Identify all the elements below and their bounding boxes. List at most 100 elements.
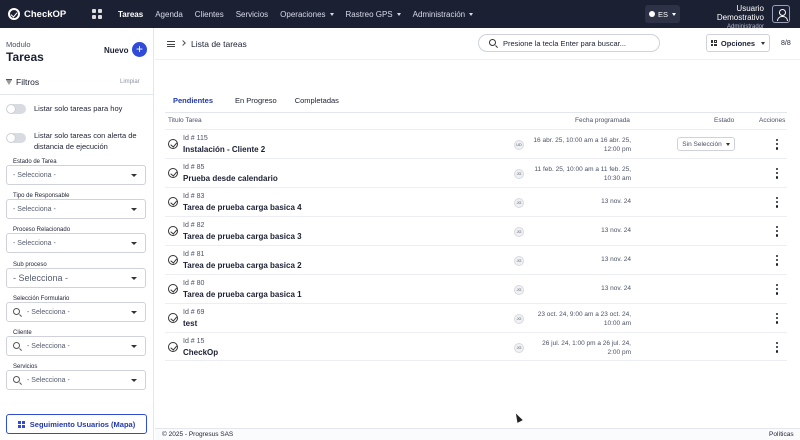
status-tabs: Pendientes En Progreso Completadas bbox=[169, 96, 357, 113]
task-name[interactable]: Tarea de prueba carga basica 3 bbox=[183, 232, 302, 241]
field-value: - Selecciona - bbox=[13, 240, 56, 247]
nav-item-clientes[interactable]: Clientes bbox=[189, 0, 230, 28]
task-name[interactable]: Instalación - Cliente 2 bbox=[183, 145, 265, 154]
field-label: Tipo de Responsable bbox=[12, 193, 71, 199]
chevron-down-icon bbox=[329, 12, 334, 16]
nav-item-administracion[interactable]: Administración bbox=[407, 0, 479, 28]
globe-icon bbox=[648, 11, 655, 17]
chevron-right-icon bbox=[180, 40, 186, 46]
toggle-label: Listar solo tareas para hoy bbox=[34, 104, 123, 113]
task-name[interactable]: CheckOp bbox=[183, 348, 218, 357]
user-name: Usuario Demostrativo bbox=[716, 4, 764, 22]
task-name[interactable]: Tarea de prueba carga basica 2 bbox=[183, 261, 302, 270]
more-actions-icon[interactable] bbox=[776, 197, 779, 208]
more-actions-icon[interactable] bbox=[776, 139, 779, 150]
user-info[interactable]: Usuario Demostrativo Administrador bbox=[690, 4, 764, 30]
tab-pendientes[interactable]: Pendientes bbox=[169, 96, 218, 113]
services-select[interactable]: Servicios - Selecciona - bbox=[6, 364, 146, 390]
chevron-down-icon bbox=[761, 41, 766, 45]
search-box[interactable] bbox=[478, 34, 660, 52]
field-value: - Selecciona - bbox=[27, 377, 70, 384]
client-select[interactable]: Cliente - Selecciona - bbox=[6, 330, 146, 356]
app-logo[interactable]: CheckOP bbox=[8, 8, 78, 20]
today-only-toggle[interactable] bbox=[6, 104, 26, 114]
task-state-select[interactable]: Estado de Tarea - Selecciona - bbox=[6, 159, 146, 185]
check-circle-icon[interactable] bbox=[168, 342, 178, 352]
table-row[interactable]: Id # 81 Tarea de prueba carga basica 2 J… bbox=[165, 245, 787, 274]
task-name[interactable]: Tarea de prueba carga basica 1 bbox=[183, 290, 302, 299]
column-header-state: Estado bbox=[714, 117, 735, 124]
table-row[interactable]: Id # 115 Instalación - Cliente 2 UD 16 a… bbox=[165, 129, 787, 158]
table-row[interactable]: Id # 15 CheckOp JG 26 jul. 24, 1:00 pm a… bbox=[165, 332, 787, 361]
responsible-avatar: JG bbox=[514, 198, 524, 208]
nav-item-rastreo-gps[interactable]: Rastreo GPS bbox=[340, 0, 407, 28]
more-actions-icon[interactable] bbox=[776, 313, 779, 324]
sub-process-select[interactable]: Sub proceso - Selecciona - bbox=[6, 262, 146, 288]
more-actions-icon[interactable] bbox=[776, 168, 779, 179]
check-circle-icon[interactable] bbox=[168, 197, 178, 207]
nav-item-operaciones[interactable]: Operaciones bbox=[274, 0, 339, 28]
module-title: Tareas bbox=[6, 50, 44, 64]
new-task-button[interactable]: + bbox=[132, 42, 147, 57]
check-circle-icon[interactable] bbox=[168, 313, 178, 323]
language-selector[interactable]: ES bbox=[645, 5, 680, 23]
today-only-toggle-row: Listar solo tareas para hoy bbox=[6, 103, 146, 114]
field-label: Selección Formulario bbox=[12, 296, 71, 302]
table-row[interactable]: Id # 80 Tarea de prueba carga basica 1 J… bbox=[165, 274, 787, 303]
more-actions-icon[interactable] bbox=[776, 226, 779, 237]
task-id: Id # 81 bbox=[183, 251, 205, 258]
task-name[interactable]: test bbox=[183, 319, 197, 328]
apps-grid-icon[interactable] bbox=[92, 9, 102, 19]
menu-icon[interactable] bbox=[167, 41, 175, 47]
nav-item-agenda[interactable]: Agenda bbox=[149, 0, 189, 28]
responsible-avatar: JG bbox=[514, 227, 524, 237]
divider bbox=[0, 94, 154, 95]
task-id: Id # 83 bbox=[183, 193, 205, 200]
nav-item-label: Operaciones bbox=[280, 9, 326, 19]
task-id: Id # 82 bbox=[183, 222, 205, 229]
user-avatar-icon[interactable] bbox=[772, 5, 790, 23]
distance-alert-toggle[interactable] bbox=[6, 133, 26, 143]
nav-item-servicios[interactable]: Servicios bbox=[230, 0, 274, 28]
responsible-avatar: JG bbox=[514, 343, 524, 353]
clear-filters-button[interactable]: Limpiar bbox=[120, 79, 140, 85]
state-select[interactable]: Sin Selección bbox=[677, 137, 735, 151]
chevron-down-icon bbox=[131, 208, 137, 211]
logo-text: CheckOP bbox=[24, 8, 67, 20]
tab-en-progreso[interactable]: En Progreso bbox=[235, 96, 277, 113]
users-map-button[interactable]: Seguimiento Usuarios (Mapa) bbox=[6, 414, 147, 434]
search-input[interactable] bbox=[503, 38, 655, 49]
form-selection-select[interactable]: Selección Formulario - Selecciona - bbox=[6, 296, 146, 322]
check-circle-icon[interactable] bbox=[168, 139, 178, 149]
chevron-down-icon bbox=[396, 12, 401, 16]
new-task-label[interactable]: Nuevo bbox=[104, 46, 128, 55]
field-value: - Selecciona - bbox=[13, 206, 56, 213]
check-circle-icon[interactable] bbox=[168, 284, 178, 294]
more-actions-icon[interactable] bbox=[776, 284, 779, 295]
responsible-type-select[interactable]: Tipo de Responsable - Selecciona - bbox=[6, 193, 146, 219]
task-name[interactable]: Prueba desde calendario bbox=[183, 174, 278, 183]
field-value: - Selecciona - bbox=[13, 172, 56, 179]
table-row[interactable]: Id # 83 Tarea de prueba carga basica 4 J… bbox=[165, 187, 787, 216]
tab-completadas[interactable]: Completadas bbox=[295, 96, 339, 113]
filters-label: Filtros bbox=[16, 77, 40, 87]
check-circle-icon bbox=[8, 8, 20, 20]
scheduled-date: 13 nov. 24 bbox=[601, 256, 631, 263]
nav-item-tareas[interactable]: Tareas bbox=[112, 0, 149, 28]
nav-item-label: Servicios bbox=[235, 9, 269, 19]
check-circle-icon[interactable] bbox=[168, 226, 178, 236]
task-name[interactable]: Tarea de prueba carga basica 4 bbox=[183, 203, 302, 212]
task-id: Id # 80 bbox=[183, 280, 205, 287]
check-circle-icon[interactable] bbox=[168, 255, 178, 265]
more-actions-icon[interactable] bbox=[776, 255, 779, 266]
options-button[interactable]: Opciones bbox=[706, 34, 770, 52]
check-circle-icon[interactable] bbox=[168, 168, 178, 178]
related-process-select[interactable]: Proceso Relacionado - Selecciona - bbox=[6, 227, 146, 253]
more-actions-icon[interactable] bbox=[776, 342, 779, 353]
table-row[interactable]: Id # 85 Prueba desde calendario JG 11 fe… bbox=[165, 158, 787, 187]
field-label: Proceso Relacionado bbox=[12, 227, 72, 233]
table-row[interactable]: Id # 69 test JG 23 oct. 24, 9:00 am a 23… bbox=[165, 303, 787, 332]
responsible-avatar: UD bbox=[514, 140, 524, 150]
table-row[interactable]: Id # 82 Tarea de prueba carga basica 3 J… bbox=[165, 216, 787, 245]
policies-link[interactable]: Políticas bbox=[769, 431, 794, 438]
